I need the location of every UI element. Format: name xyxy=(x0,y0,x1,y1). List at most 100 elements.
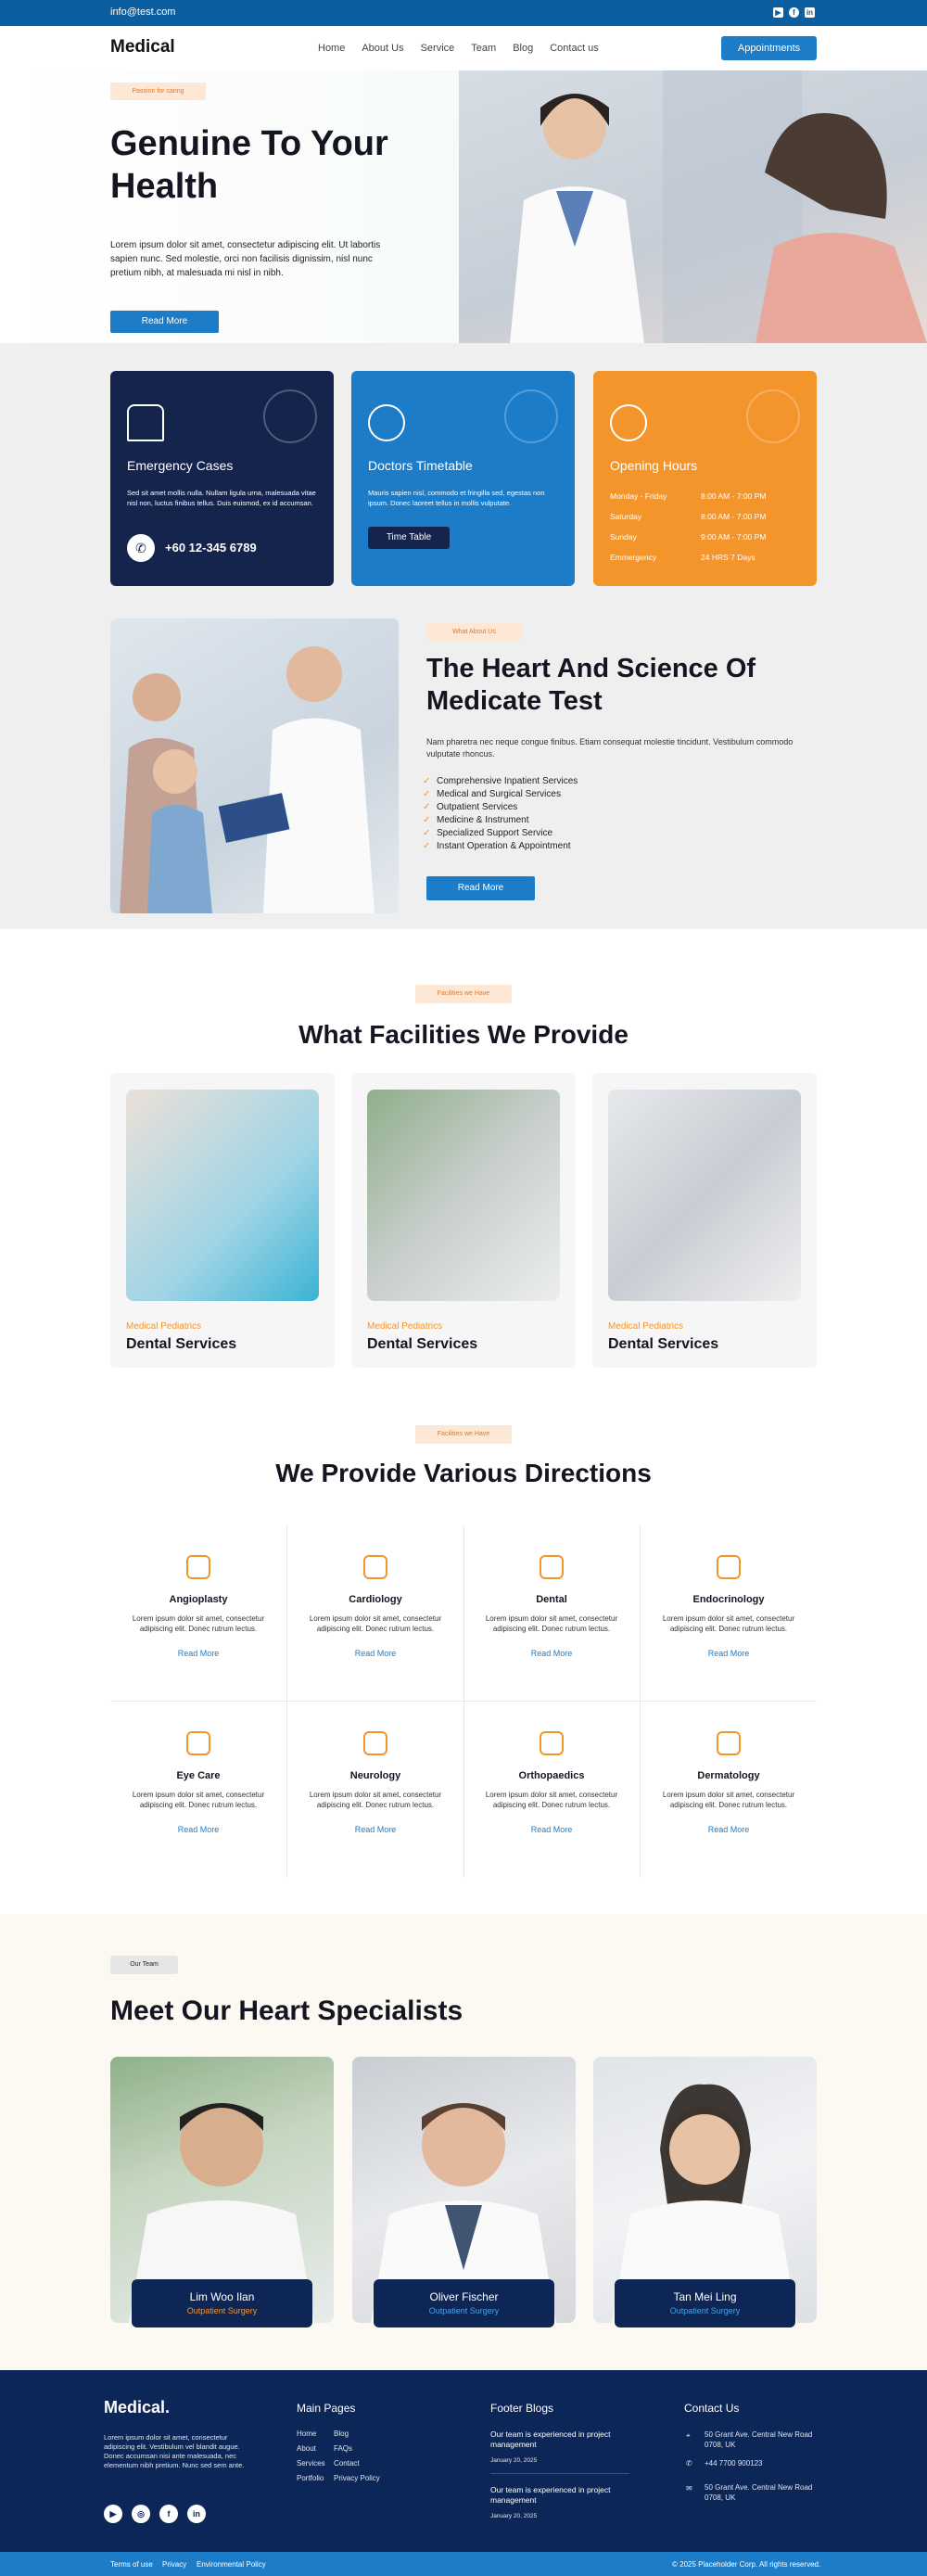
facebook-icon[interactable]: f xyxy=(789,7,799,18)
facilities-title: What Facilities We Provide xyxy=(298,1020,629,1049)
facility-name[interactable]: Dental Services xyxy=(367,1336,477,1353)
facility-category: Medical Pediatrics xyxy=(126,1321,202,1332)
timetable-button[interactable]: Time Table xyxy=(368,527,450,549)
about-read-more-button[interactable]: Read More xyxy=(426,876,535,900)
site-logo[interactable]: Medical xyxy=(110,37,175,57)
privacy-link[interactable]: Privacy xyxy=(162,2560,186,2569)
direction-read-more[interactable]: Read More xyxy=(110,1649,286,1658)
main-nav: Medical Home About Us Service Team Blog … xyxy=(0,26,927,70)
footer-contact-title: Contact Us xyxy=(684,2402,740,2415)
hours-title: Opening Hours xyxy=(610,458,698,473)
linkedin-icon[interactable]: in xyxy=(805,7,815,18)
footer-link[interactable]: FAQs xyxy=(334,2444,352,2453)
facility-name[interactable]: Dental Services xyxy=(126,1336,236,1353)
footer-blog-date: January 20, 2025 xyxy=(490,2513,538,2519)
nav-service[interactable]: Service xyxy=(421,43,455,54)
linkedin-icon[interactable]: in xyxy=(187,2505,206,2523)
direction-read-more[interactable]: Read More xyxy=(641,1649,817,1658)
team-card[interactable]: Lim Woo Ilan Outpatient Surgery xyxy=(110,2057,334,2327)
nav-team[interactable]: Team xyxy=(471,43,496,54)
phone-icon: ✆ xyxy=(127,534,155,562)
direction-read-more[interactable]: Read More xyxy=(110,1825,286,1834)
directions-grid: Angioplasty Lorem ipsum dolor sit amet, c… xyxy=(110,1525,817,1878)
facebook-icon[interactable]: f xyxy=(159,2505,178,2523)
team-name-plate: Lim Woo Ilan Outpatient Surgery xyxy=(132,2279,312,2327)
info-about-section: Emergency Cases Sed sit amet mollis null… xyxy=(0,343,927,929)
clock-icon xyxy=(610,404,647,441)
team-card[interactable]: Oliver Fischer Outpatient Surgery xyxy=(352,2057,576,2327)
direction-read-more[interactable]: Read More xyxy=(464,1825,640,1834)
emergency-title: Emergency Cases xyxy=(127,458,234,473)
nav-contact[interactable]: Contact us xyxy=(550,43,599,54)
team-card[interactable]: Tan Mei Ling Outpatient Surgery xyxy=(593,2057,817,2327)
nav-about[interactable]: About Us xyxy=(362,43,403,54)
nav-home[interactable]: Home xyxy=(318,43,345,54)
direction-item: Neurology Lorem ipsum dolor sit amet, con… xyxy=(287,1702,464,1878)
hero-tag: Passion for caring xyxy=(110,83,206,100)
contact-email[interactable]: info@test.com xyxy=(110,6,175,18)
direction-read-more[interactable]: Read More xyxy=(641,1825,817,1834)
youtube-icon[interactable]: ▶ xyxy=(773,7,783,18)
footer-link[interactable]: Contact xyxy=(334,2459,360,2468)
eye-icon xyxy=(186,1731,210,1755)
footer-link[interactable]: Blog xyxy=(334,2429,349,2438)
service-item: Medical and Surgical Services xyxy=(423,789,561,799)
appointments-button[interactable]: Appointments xyxy=(721,36,817,60)
about-tag: What About Us xyxy=(426,623,522,641)
hours-card: Opening Hours Monday - Friday 8:00 AM - 7… xyxy=(593,371,817,586)
direction-item: Cardiology Lorem ipsum dolor sit amet, co… xyxy=(287,1525,464,1702)
team-name-plate: Tan Mei Ling Outpatient Surgery xyxy=(615,2279,795,2327)
heart-pulse-icon xyxy=(363,1555,387,1579)
direction-read-more[interactable]: Read More xyxy=(287,1825,464,1834)
facility-card[interactable]: Medical Pediatrics Dental Services xyxy=(592,1073,817,1368)
doctors-title: Doctors Timetable xyxy=(368,458,473,473)
hero-read-more-button[interactable]: Read More xyxy=(110,311,219,333)
facility-card[interactable]: Medical Pediatrics Dental Services xyxy=(351,1073,576,1368)
youtube-icon[interactable]: ▶ xyxy=(104,2505,122,2523)
footer-link[interactable]: About xyxy=(297,2444,316,2453)
footer-link[interactable]: Portfolio xyxy=(297,2474,324,2482)
hero-image xyxy=(459,70,927,343)
facility-card[interactable]: Medical Pediatrics Dental Services xyxy=(110,1073,335,1368)
footer-bottom-bar: Terms of use Privacy Environmental Polic… xyxy=(0,2552,927,2576)
direction-read-more[interactable]: Read More xyxy=(287,1649,464,1658)
brain-icon xyxy=(363,1731,387,1755)
instagram-icon[interactable]: ◎ xyxy=(132,2505,150,2523)
team-member-name: Tan Mei Ling xyxy=(673,2290,737,2303)
about-image xyxy=(110,618,399,913)
footer-link[interactable]: Privacy Policy xyxy=(334,2474,380,2482)
phone-icon: ✆ xyxy=(686,2459,692,2468)
direction-read-more[interactable]: Read More xyxy=(464,1649,640,1658)
terms-link[interactable]: Terms of use xyxy=(110,2560,153,2569)
team-member-role: Outpatient Surgery xyxy=(186,2306,258,2315)
team-title: Meet Our Heart Specialists xyxy=(110,1996,464,2026)
hero-title: Genuine To Your Health xyxy=(110,124,388,206)
emergency-phone[interactable]: +60 12-345 6789 xyxy=(165,541,257,555)
footer-blog-date: January 20, 2025 xyxy=(490,2457,538,2464)
clock-icon xyxy=(746,389,800,443)
copyright: © 2025 Placeholder Corp. All rights rese… xyxy=(672,2560,821,2569)
footer-phone[interactable]: +44 7700 900123 xyxy=(705,2459,763,2468)
molecule-icon xyxy=(717,1555,741,1579)
nav-menu: Home About Us Service Team Blog Contact … xyxy=(318,43,599,54)
about-title: The Heart And Science Of Medicate Test xyxy=(426,654,756,716)
footer-blog-title[interactable]: Our team is experienced in project manag… xyxy=(490,2429,629,2450)
environmental-policy-link[interactable]: Environmental Policy xyxy=(197,2560,266,2569)
service-item: Medicine & Instrument xyxy=(423,815,528,825)
footer-link[interactable]: Services xyxy=(297,2459,325,2468)
service-item: Outpatient Services xyxy=(423,802,517,812)
location-icon: ⌖ xyxy=(686,2431,691,2440)
footer-logo[interactable]: Medical. xyxy=(104,2398,170,2417)
doctor-icon xyxy=(504,389,558,443)
team-member-name: Oliver Fischer xyxy=(429,2290,499,2303)
direction-item: Dental Lorem ipsum dolor sit amet, consec… xyxy=(464,1525,640,1702)
direction-item: Angioplasty Lorem ipsum dolor sit amet, c… xyxy=(110,1525,286,1702)
service-item: Comprehensive Inpatient Services xyxy=(423,776,578,786)
footer-link[interactable]: Home xyxy=(297,2429,316,2438)
footer-blog-title[interactable]: Our team is experienced in project manag… xyxy=(490,2485,629,2506)
nav-blog[interactable]: Blog xyxy=(513,43,533,54)
facility-category: Medical Pediatrics xyxy=(608,1321,684,1332)
facility-name[interactable]: Dental Services xyxy=(608,1336,718,1353)
footer-about: Lorem ipsum dolor sit amet, consectetur … xyxy=(104,2433,245,2469)
doctor-icon xyxy=(368,404,405,441)
